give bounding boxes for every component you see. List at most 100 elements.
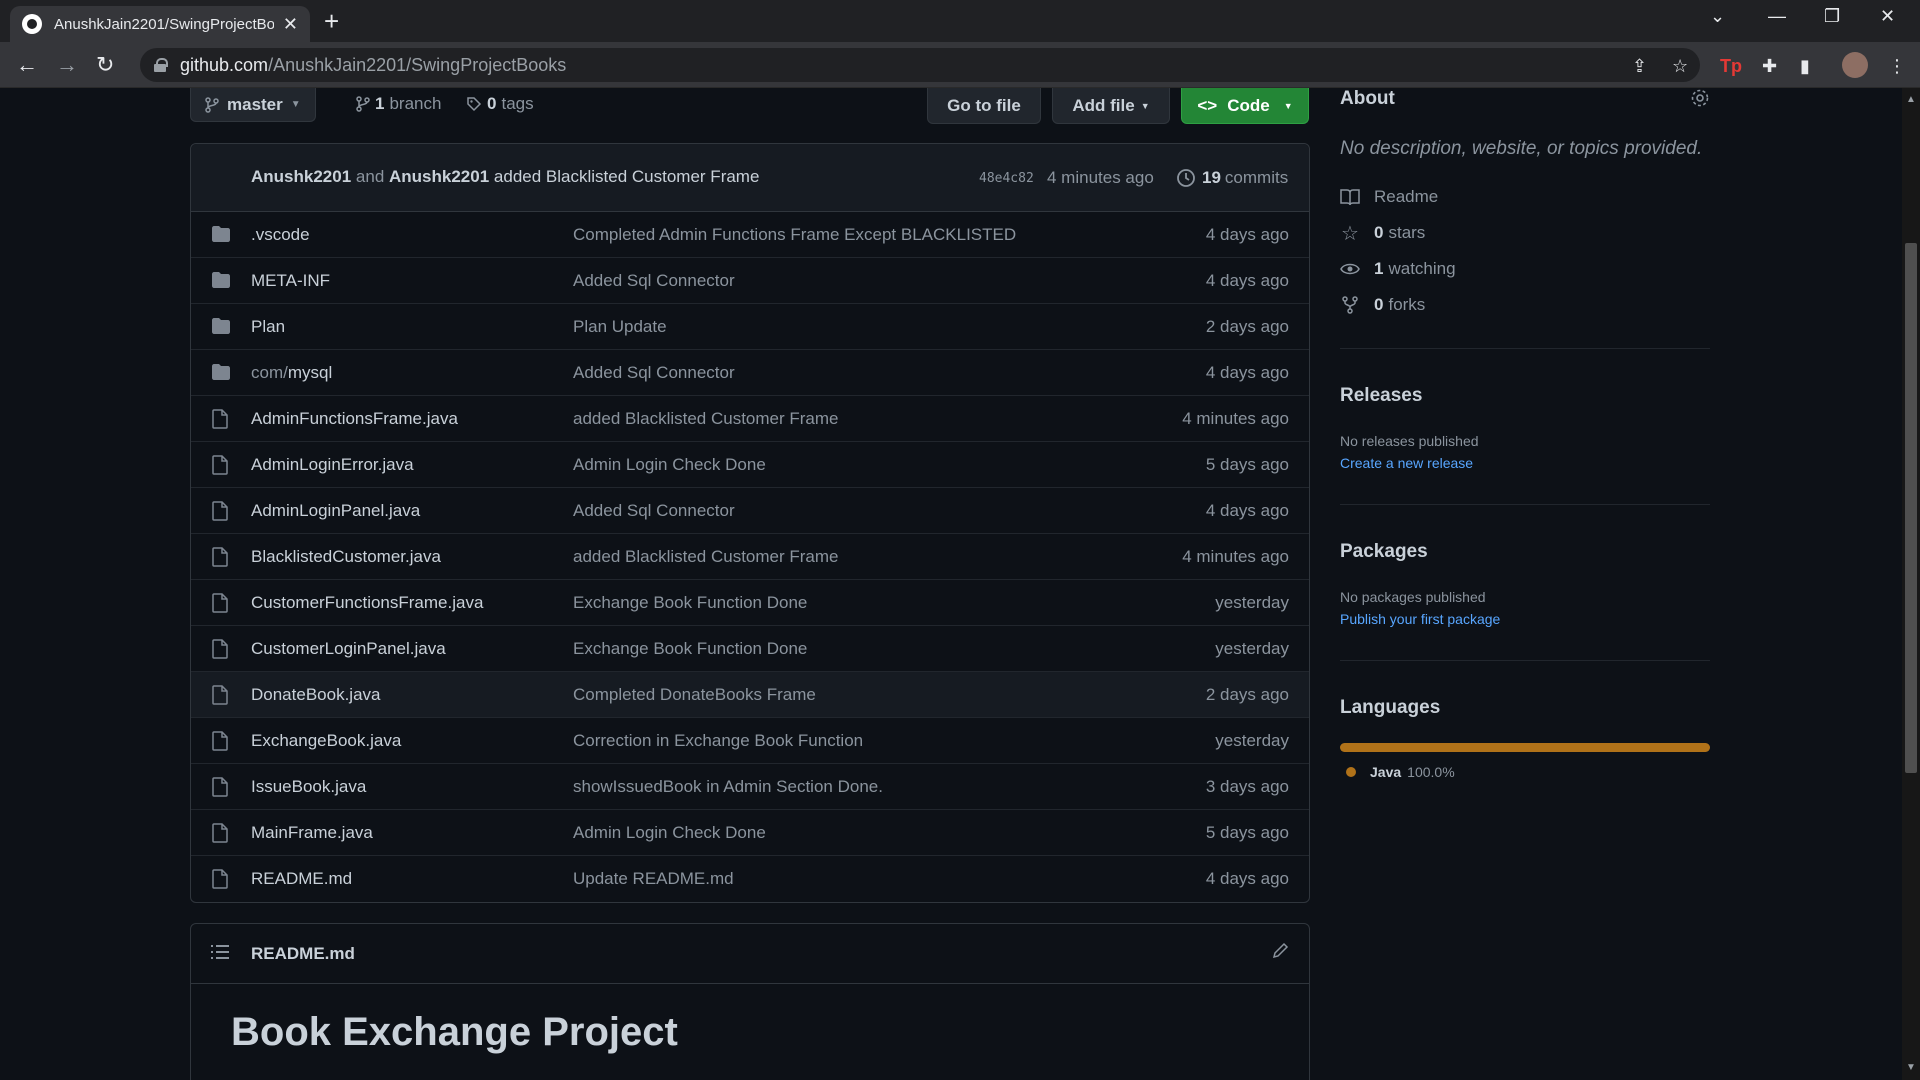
forks-link[interactable]: 0 forks [1340,295,1425,315]
file-row[interactable]: AdminLoginPanel.java Added Sql Connector 4… [191,488,1309,534]
readme-filename: README.md [251,944,355,963]
bookmark-star-icon[interactable]: ☆ [1672,56,1688,77]
file-name-link[interactable]: CustomerFunctionsFrame.java [251,593,483,613]
file-row[interactable]: Plan Plan Update 2 days ago [191,304,1309,350]
file-name-link[interactable]: META-INF [251,271,330,291]
file-icon [211,869,231,889]
commit-message-link[interactable]: added Blacklisted Customer Frame [494,167,760,186]
restore-icon[interactable]: ❐ [1824,6,1840,27]
file-name-link[interactable]: DonateBook.java [251,685,380,705]
tags-link[interactable]: 0 tags [466,94,534,114]
file-name-link[interactable]: CustomerLoginPanel.java [251,639,446,659]
file-name-link[interactable]: ExchangeBook.java [251,731,401,751]
stars-link[interactable]: ☆ 0 stars [1340,223,1425,245]
scroll-down-arrow[interactable]: ▼ [1906,1062,1916,1073]
forward-icon[interactable]: → [56,52,78,78]
scrollbar-thumb[interactable] [1905,243,1917,773]
file-name-link[interactable]: MainFrame.java [251,823,373,843]
file-name-link[interactable]: com/mysql [251,363,332,383]
file-commit-message[interactable]: Exchange Book Function Done [573,593,807,613]
minimize-icon[interactable]: — [1768,6,1786,27]
file-commit-age: yesterday [1215,639,1289,658]
file-commit-message[interactable]: Added Sql Connector [573,271,735,291]
file-row[interactable]: ExchangeBook.java Correction in Exchange … [191,718,1309,764]
side-panel-icon[interactable]: ▮ [1800,56,1810,77]
create-release-link[interactable]: Create a new release [1340,455,1473,471]
branches-link[interactable]: 1 branch [356,94,441,114]
file-row[interactable]: MainFrame.java Admin Login Check Done 5 da… [191,810,1309,856]
file-name-link[interactable]: .vscode [251,225,310,245]
file-commit-message[interactable]: added Blacklisted Customer Frame [573,409,839,429]
file-commit-message[interactable]: Plan Update [573,317,667,337]
browser-menu-icon[interactable]: ⋮ [1888,56,1906,77]
file-name: .vscode [251,225,310,244]
file-row[interactable]: CustomerFunctionsFrame.java Exchange Book… [191,580,1309,626]
file-commit-age: 4 days ago [1205,869,1289,888]
file-row[interactable]: DonateBook.java Completed DonateBooks Fra… [191,672,1309,718]
file-row[interactable]: CustomerLoginPanel.java Exchange Book Fun… [191,626,1309,672]
file-row[interactable]: AdminFunctionsFrame.java added Blackliste… [191,396,1309,442]
file-browser: Anushk2201 and Anushk2201 added Blacklis… [190,143,1310,903]
releases-title[interactable]: Releases [1340,385,1422,407]
new-tab-button[interactable]: + [324,6,339,37]
file-row[interactable]: BlacklistedCustomer.java added Blackliste… [191,534,1309,580]
file-commit-message[interactable]: Update README.md [573,869,734,889]
file-name-link[interactable]: BlacklistedCustomer.java [251,547,441,567]
tab-search-icon[interactable]: ⌄ [1710,6,1725,27]
file-commit-message[interactable]: Completed DonateBooks Frame [573,685,816,705]
file-icon [211,731,231,751]
page-scrollbar[interactable]: ▲ ▼ [1902,88,1920,1080]
file-name: ExchangeBook.java [251,731,402,750]
extension-icon[interactable]: Tp [1720,56,1742,77]
reload-icon[interactable]: ↻ [96,52,114,78]
window-close-icon[interactable]: ✕ [1880,6,1895,27]
publish-package-link[interactable]: Publish your first package [1340,611,1500,627]
language-item[interactable]: Java 100.0% [1340,764,1455,780]
file-row[interactable]: IssueBook.java showIssuedBook in Admin Se… [191,764,1309,810]
file-name-link[interactable]: AdminFunctionsFrame.java [251,409,458,429]
file-row[interactable]: META-INF Added Sql Connector 4 days ago [191,258,1309,304]
file-commit-message[interactable]: Exchange Book Function Done [573,639,807,659]
github-icon [22,14,42,34]
profile-avatar[interactable] [1842,52,1868,78]
readme-link[interactable]: Readme [1340,187,1438,207]
file-commit-message[interactable]: Completed Admin Functions Frame Except B… [573,225,1016,245]
file-row[interactable]: .vscode Completed Admin Functions Frame E… [191,212,1309,258]
go-to-file-button[interactable]: Go to file [927,88,1041,124]
file-commit-message[interactable]: Added Sql Connector [573,501,735,521]
divider [1340,504,1710,505]
file-name-link[interactable]: AdminLoginError.java [251,455,414,475]
scroll-up-arrow[interactable]: ▲ [1906,94,1916,105]
url-field[interactable]: github.com/AnushkJain2201/SwingProjectBo… [140,48,1700,82]
code-button[interactable]: <> Code ▼ [1181,88,1309,124]
file-commit-message[interactable]: Admin Login Check Done [573,823,766,843]
file-name-link[interactable]: Plan [251,317,285,337]
gear-icon[interactable] [1690,88,1710,108]
share-icon[interactable]: ⇪ [1632,56,1647,77]
close-tab-icon[interactable]: ✕ [283,14,298,35]
commit-coauthor[interactable]: Anushk2201 [389,167,489,186]
file-name-link[interactable]: README.md [251,869,352,889]
browser-tab[interactable]: AnushkJain2201/SwingProjectBo ✕ [10,6,310,42]
packages-title[interactable]: Packages [1340,541,1428,563]
file-row[interactable]: README.md Update README.md 4 days ago [191,856,1309,902]
list-icon[interactable] [211,944,229,960]
commits-link[interactable]: 19 commits [1176,168,1288,188]
add-file-button[interactable]: Add file ▼ [1052,88,1170,124]
file-name-link[interactable]: IssueBook.java [251,777,366,797]
pencil-icon[interactable] [1271,942,1289,960]
file-commit-message[interactable]: Admin Login Check Done [573,455,766,475]
branch-select-button[interactable]: master ▼ [190,88,316,122]
commit-sha[interactable]: 48e4c82 [979,171,1034,186]
file-row[interactable]: AdminLoginError.java Admin Login Check Do… [191,442,1309,488]
file-commit-message[interactable]: Added Sql Connector [573,363,735,383]
file-commit-message[interactable]: added Blacklisted Customer Frame [573,547,839,567]
back-icon[interactable]: ← [16,52,38,78]
file-row[interactable]: com/mysql Added Sql Connector 4 days ago [191,350,1309,396]
file-commit-message[interactable]: Correction in Exchange Book Function [573,731,863,751]
commit-author[interactable]: Anushk2201 [251,167,351,186]
file-name-link[interactable]: AdminLoginPanel.java [251,501,420,521]
file-commit-message[interactable]: showIssuedBook in Admin Section Done. [573,777,883,797]
extensions-puzzle-icon[interactable]: ✚ [1762,56,1777,77]
watchers-link[interactable]: 1 watching [1340,259,1456,279]
